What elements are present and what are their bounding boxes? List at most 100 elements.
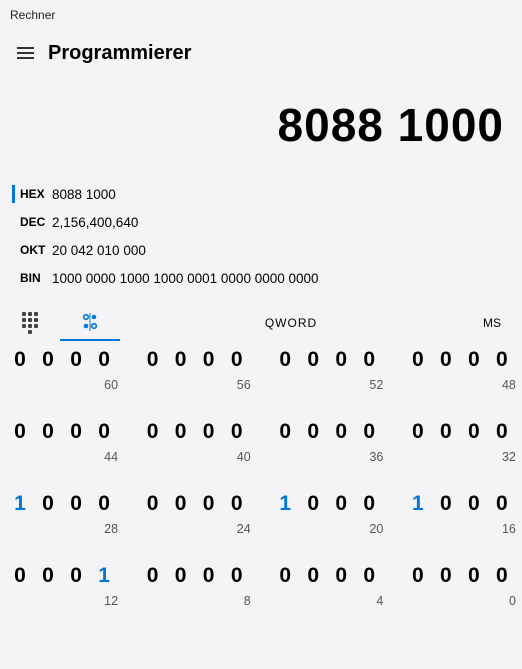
bit-toggle[interactable]: 0 [34,420,62,444]
bit-toggle[interactable]: 0 [271,420,299,444]
base-value-bin: 1000 0000 1000 1000 0001 0000 0000 0000 [52,271,319,286]
bit-toggle-icon [81,313,99,331]
bit-toggle[interactable]: 0 [355,348,383,372]
bit-toggle[interactable]: 0 [432,348,460,372]
bit-index-label: 28 [90,522,118,536]
bit-toggle[interactable]: 0 [90,348,118,372]
bit-toggle[interactable]: 0 [299,348,327,372]
bit-toggle[interactable]: 1 [404,492,432,516]
bit-toggle[interactable]: 0 [432,420,460,444]
bit-toggle[interactable]: 0 [355,564,383,588]
bit-toggle-button[interactable] [60,304,120,341]
bit-toggle[interactable]: 0 [327,348,355,372]
bit-toggle[interactable]: 0 [488,348,516,372]
bit-toggle[interactable]: 0 [139,348,167,372]
bit-toggle[interactable]: 0 [355,492,383,516]
bit-toggle[interactable]: 0 [139,492,167,516]
bit-toggle[interactable]: 0 [34,492,62,516]
bit-toggle[interactable]: 0 [6,420,34,444]
bit-index-label: 16 [488,522,516,536]
base-label-hex: HEX [12,187,52,201]
bit-toggle[interactable]: 0 [167,564,195,588]
bit-toggle[interactable]: 0 [6,564,34,588]
bit-toggle[interactable]: 0 [460,564,488,588]
keypad-icon [22,312,38,334]
bit-toggle[interactable]: 0 [271,564,299,588]
bit-toggle[interactable]: 0 [195,564,223,588]
bit-index-label: 32 [488,450,516,464]
memory-store-button[interactable]: MS [462,316,522,330]
bit-toggle[interactable]: 0 [460,420,488,444]
bit-toggle[interactable]: 0 [195,492,223,516]
base-label-okt: OKT [12,243,52,257]
bit-toggle[interactable]: 0 [90,492,118,516]
result-display: 8088 1000 [0,80,522,180]
bit-toggle[interactable]: 0 [34,348,62,372]
bit-index-label: 8 [223,594,251,608]
base-row-okt[interactable]: OKT 20 042 010 000 [12,236,522,264]
base-list: HEX 8088 1000 DEC 2,156,400,640 OKT 20 0… [0,180,522,304]
bit-toggle[interactable]: 0 [6,348,34,372]
bit-toggle[interactable]: 0 [404,564,432,588]
base-row-hex[interactable]: HEX 8088 1000 [12,180,522,208]
bit-index-label: 40 [223,450,251,464]
bit-toggle[interactable]: 0 [62,348,90,372]
bit-toggle[interactable]: 0 [195,420,223,444]
bit-toggle[interactable]: 0 [460,492,488,516]
bit-toggle[interactable]: 0 [271,348,299,372]
bit-toggle[interactable]: 0 [223,420,251,444]
bit-toggle[interactable]: 0 [432,492,460,516]
window-titlebar: Rechner [0,0,522,30]
bit-index-label: 12 [90,594,118,608]
bit-index-label: 44 [90,450,118,464]
bit-toggle[interactable]: 0 [34,564,62,588]
base-value-dec: 2,156,400,640 [52,215,138,230]
bit-toggle[interactable]: 0 [223,492,251,516]
window-title: Rechner [10,8,55,22]
bit-index-label: 20 [355,522,383,536]
bit-toggle[interactable]: 1 [90,564,118,588]
bit-toggle[interactable]: 0 [327,492,355,516]
bit-toggle[interactable]: 0 [488,420,516,444]
bit-toggle[interactable]: 1 [271,492,299,516]
bit-toggle[interactable]: 0 [404,348,432,372]
bit-toggle[interactable]: 0 [223,348,251,372]
bit-index-label: 4 [355,594,383,608]
bit-toggle[interactable]: 0 [223,564,251,588]
bit-index-label: 52 [355,378,383,392]
bit-toggle[interactable]: 0 [355,420,383,444]
bit-toggle[interactable]: 0 [488,492,516,516]
bit-index-label: 48 [488,378,516,392]
bit-toggle[interactable]: 0 [299,564,327,588]
bit-toggle[interactable]: 0 [299,492,327,516]
bit-toggle[interactable]: 0 [460,348,488,372]
base-row-bin[interactable]: BIN 1000 0000 1000 1000 0001 0000 0000 0… [12,264,522,292]
word-size-button[interactable]: QWORD [120,316,462,330]
hamburger-menu-icon[interactable] [8,36,42,70]
bit-index-label: 60 [90,378,118,392]
bit-toggle[interactable]: 1 [6,492,34,516]
bit-toggle[interactable]: 0 [90,420,118,444]
bit-toggle[interactable]: 0 [167,420,195,444]
keypad-button[interactable] [0,304,60,341]
bit-toggle[interactable]: 0 [299,420,327,444]
base-row-dec[interactable]: DEC 2,156,400,640 [12,208,522,236]
bit-index-label: 24 [223,522,251,536]
bit-toggle[interactable]: 0 [327,420,355,444]
base-value-hex: 8088 1000 [52,187,116,202]
bit-toggle[interactable]: 0 [488,564,516,588]
bit-toggle[interactable]: 0 [139,564,167,588]
bit-toggle[interactable]: 0 [167,492,195,516]
bit-toggle[interactable]: 0 [62,492,90,516]
bit-toggle[interactable]: 0 [139,420,167,444]
bit-toggle[interactable]: 0 [327,564,355,588]
base-value-okt: 20 042 010 000 [52,243,146,258]
header: Programmierer [0,30,522,80]
bit-toggle[interactable]: 0 [432,564,460,588]
bit-toggle[interactable]: 0 [167,348,195,372]
mode-title: Programmierer [42,42,191,65]
bit-toggle[interactable]: 0 [62,564,90,588]
bit-toggle[interactable]: 0 [404,420,432,444]
bit-toggle[interactable]: 0 [195,348,223,372]
bit-toggle[interactable]: 0 [62,420,90,444]
